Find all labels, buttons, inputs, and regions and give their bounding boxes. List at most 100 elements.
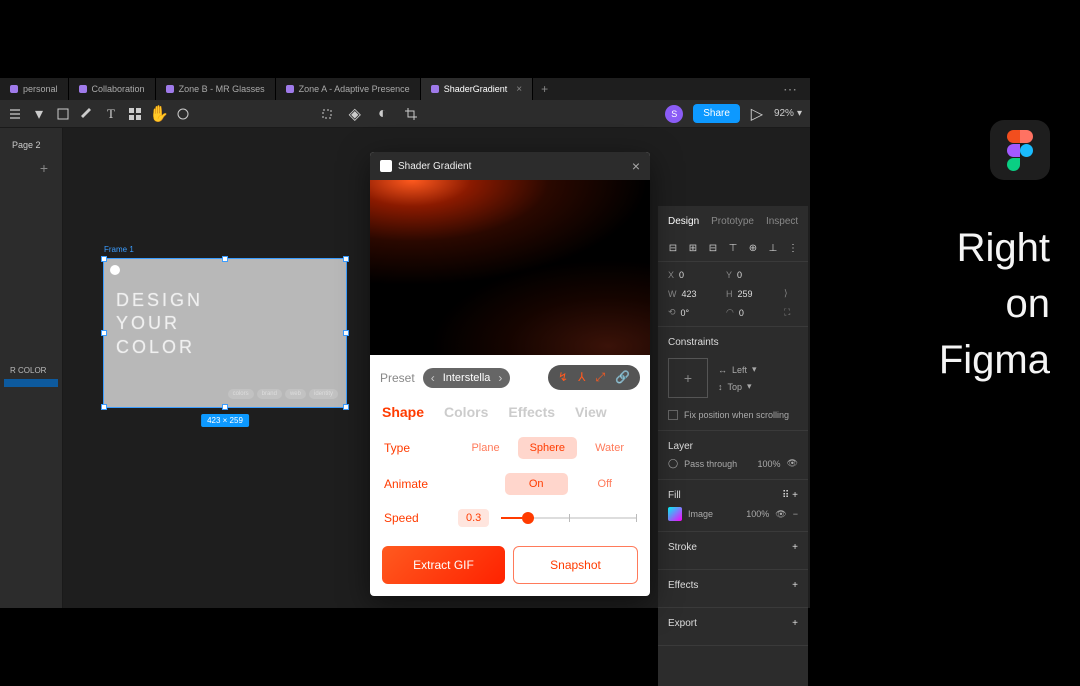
preset-next-button[interactable]: ›: [498, 371, 502, 385]
tab-collaboration[interactable]: Collaboration: [69, 78, 156, 100]
constraint-v-select[interactable]: ↕Top ▾: [718, 381, 757, 392]
y-input[interactable]: 0: [737, 270, 742, 280]
tool-icon[interactable]: ↯: [558, 370, 568, 385]
preset-label: Preset: [380, 371, 415, 385]
menu-icon[interactable]: [8, 107, 22, 121]
w-input[interactable]: 423: [682, 289, 697, 299]
speed-value[interactable]: 0.3: [458, 509, 489, 527]
plugin-close-button[interactable]: ×: [632, 158, 640, 174]
fill-visibility-icon[interactable]: 👁: [775, 509, 786, 520]
frame-label[interactable]: Frame 1: [104, 245, 134, 254]
add-tab-button[interactable]: +: [533, 82, 556, 96]
blend-mode-select[interactable]: Pass through: [684, 459, 737, 469]
type-plane-button[interactable]: Plane: [459, 437, 511, 459]
inspector-panel: Design Prototype Inspect ⊟ ⊞ ⊟ ⊤ ⊕ ⊥ ⋮ X…: [658, 206, 808, 686]
align-right-icon[interactable]: ⊟: [708, 241, 718, 255]
constraint-h-select[interactable]: ↔Left ▾: [718, 364, 757, 375]
page-selector[interactable]: Page 2: [4, 136, 58, 154]
expand-radius-icon[interactable]: ⛶: [784, 307, 798, 318]
tab-design[interactable]: Design: [668, 216, 699, 227]
selected-frame[interactable]: Frame 1 DESIGN YOUR COLOR colors brand w…: [103, 258, 347, 408]
fill-opacity-input[interactable]: 100%: [746, 509, 769, 519]
crop-icon[interactable]: [404, 107, 418, 121]
speed-slider[interactable]: [501, 517, 636, 519]
share-button[interactable]: Share: [693, 104, 740, 123]
tool-icon[interactable]: ⤢: [595, 370, 605, 385]
resize-handle[interactable]: [343, 330, 349, 336]
move-tool-icon[interactable]: ▾: [32, 107, 46, 121]
hand-tool-icon[interactable]: ✋: [152, 107, 166, 121]
resize-handle[interactable]: [343, 404, 349, 410]
layer-item[interactable]: R COLOR: [4, 362, 58, 379]
plugin-tab-effects[interactable]: Effects: [508, 404, 555, 420]
h-input[interactable]: 259: [738, 289, 753, 299]
figma-logo-icon: [990, 120, 1050, 180]
resize-handle[interactable]: [101, 330, 107, 336]
align-top-icon[interactable]: ⊤: [728, 241, 738, 255]
zoom-dropdown[interactable]: 92% ▾: [774, 108, 802, 119]
align-center-h-icon[interactable]: ⊞: [688, 241, 698, 255]
frame-tool-icon[interactable]: [56, 107, 70, 121]
layers-panel: Page 2 + R COLOR: [0, 128, 63, 608]
remove-fill-button[interactable]: −: [793, 509, 798, 519]
tab-zone-b[interactable]: Zone B - MR Glasses: [156, 78, 276, 100]
tool-icon[interactable]: 🔗: [615, 370, 630, 385]
animate-off-button[interactable]: Off: [574, 473, 636, 495]
add-stroke-button[interactable]: +: [792, 542, 798, 553]
close-icon[interactable]: ×: [516, 84, 522, 95]
add-page-button[interactable]: +: [4, 154, 58, 182]
radius-input[interactable]: 0: [739, 308, 744, 318]
distribute-icon[interactable]: ⋮: [788, 241, 798, 255]
frame-text-content: DESIGN YOUR COLOR: [116, 289, 203, 359]
x-input[interactable]: 0: [679, 270, 684, 280]
tabs-overflow-icon[interactable]: ⋯: [771, 81, 810, 98]
visibility-icon[interactable]: 👁: [787, 458, 798, 469]
animate-on-button[interactable]: On: [505, 473, 568, 495]
align-center-v-icon[interactable]: ⊕: [748, 241, 758, 255]
frame-chips: colors brand web identity: [228, 389, 338, 399]
present-icon[interactable]: ▷: [750, 107, 764, 121]
comment-tool-icon[interactable]: [176, 107, 190, 121]
pen-tool-icon[interactable]: [80, 107, 94, 121]
align-bottom-icon[interactable]: ⊥: [768, 241, 778, 255]
plugin-icon: [380, 160, 392, 172]
component-icon[interactable]: ◈: [348, 107, 362, 121]
resources-icon[interactable]: [128, 107, 142, 121]
tab-prototype[interactable]: Prototype: [711, 216, 754, 227]
edit-object-icon[interactable]: [320, 107, 334, 121]
resize-handle[interactable]: [101, 256, 107, 262]
extract-gif-button[interactable]: Extract GIF: [382, 546, 505, 584]
fill-style-icon[interactable]: ⠿: [782, 490, 789, 501]
tool-icon[interactable]: ⅄: [578, 370, 585, 385]
snapshot-button[interactable]: Snapshot: [513, 546, 638, 584]
user-avatar[interactable]: S: [665, 105, 683, 123]
type-sphere-button[interactable]: Sphere: [518, 437, 577, 459]
add-effect-button[interactable]: +: [792, 580, 798, 591]
layer-opacity-input[interactable]: 100%: [758, 459, 781, 469]
tab-shadergradient[interactable]: ShaderGradient×: [421, 78, 533, 100]
plugin-tab-view[interactable]: View: [575, 404, 607, 420]
tab-inspect[interactable]: Inspect: [766, 216, 798, 227]
tab-personal[interactable]: personal: [0, 78, 69, 100]
constraint-widget[interactable]: [668, 358, 708, 398]
preset-prev-button[interactable]: ‹: [431, 371, 435, 385]
add-fill-button[interactable]: +: [792, 490, 798, 501]
plugin-tab-colors[interactable]: Colors: [444, 404, 488, 420]
mask-icon[interactable]: ◐: [376, 107, 390, 121]
layer-item[interactable]: [4, 379, 58, 387]
resize-handle[interactable]: [343, 256, 349, 262]
resize-handle[interactable]: [222, 404, 228, 410]
rotation-input[interactable]: 0°: [681, 308, 690, 318]
plugin-tab-shape[interactable]: Shape: [382, 404, 424, 420]
fix-scroll-checkbox[interactable]: [668, 410, 678, 420]
add-export-button[interactable]: +: [792, 618, 798, 629]
resize-handle[interactable]: [101, 404, 107, 410]
align-left-icon[interactable]: ⊟: [668, 241, 678, 255]
type-water-button[interactable]: Water: [583, 437, 636, 459]
resize-handle[interactable]: [222, 256, 228, 262]
text-tool-icon[interactable]: T: [104, 107, 118, 121]
plugin-title: Shader Gradient: [398, 161, 471, 172]
tab-zone-a[interactable]: Zone A - Adaptive Presence: [276, 78, 421, 100]
fill-swatch[interactable]: [668, 507, 682, 521]
lock-aspect-icon[interactable]: ⟩: [784, 288, 798, 299]
